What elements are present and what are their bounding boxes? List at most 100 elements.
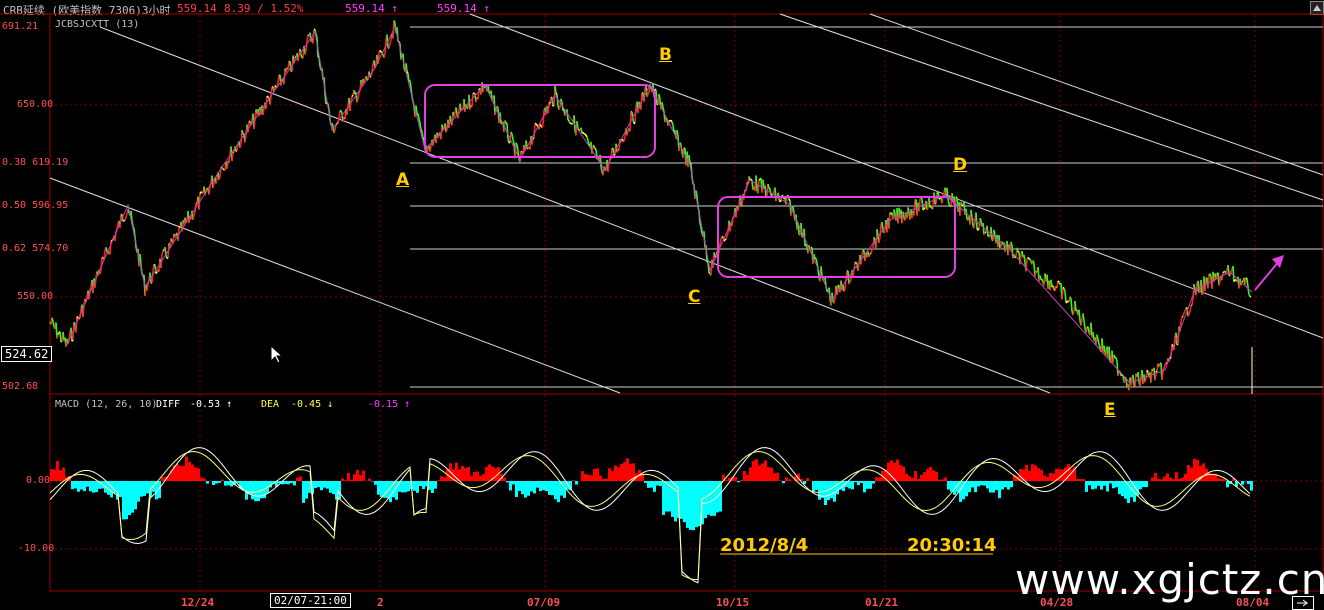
macd-bar [863, 481, 866, 493]
macd-bar [404, 481, 407, 493]
macd-bar [1241, 481, 1244, 485]
macd-bar [1166, 473, 1169, 481]
mouse-cursor-icon [270, 345, 284, 364]
macd-bar [1088, 481, 1091, 486]
macd-bar [122, 481, 125, 520]
macd-bar [1001, 481, 1004, 490]
price-segment [166, 256, 169, 260]
price-segment [215, 177, 218, 184]
macd-bar [1079, 478, 1082, 481]
price-segment [471, 93, 474, 107]
price-segment [621, 138, 624, 141]
macd-bar [125, 481, 128, 520]
macd-bar [1103, 481, 1106, 486]
macd-bar [1040, 469, 1043, 481]
price-segment [918, 199, 921, 212]
macd-bar [932, 470, 935, 481]
point-label-e: E [1104, 400, 1116, 420]
price-segment [383, 53, 386, 59]
price-segment [993, 229, 996, 236]
macd-bar [1247, 481, 1250, 485]
macd-axis-minus10: -10.00 [18, 543, 55, 554]
macd-bar [359, 475, 362, 481]
macd-bar [290, 481, 293, 484]
price-segment [1198, 290, 1201, 294]
price-segment [356, 98, 359, 103]
price-segment [633, 121, 636, 125]
price-segment [1176, 343, 1179, 346]
price-segment [634, 107, 637, 123]
macd-bar [293, 481, 296, 486]
price-segment [445, 129, 448, 133]
scroll-right-button[interactable] [1292, 596, 1314, 610]
macd-bar [347, 472, 350, 481]
macd-bar [1169, 477, 1172, 481]
macd-bar [356, 469, 359, 481]
macd-bar [584, 473, 587, 481]
macd-bar [581, 471, 584, 481]
macd-bar [329, 481, 332, 493]
axis-label-650: 650.00 [17, 99, 54, 110]
price-segment [357, 92, 360, 99]
price-segment [406, 71, 409, 74]
price-segment [1144, 378, 1147, 383]
macd-bar [194, 467, 197, 481]
macd-bar [218, 481, 221, 483]
macd-bar [593, 469, 596, 481]
price-segment [726, 232, 729, 237]
macd-bar [740, 479, 743, 481]
macd-bar [659, 481, 662, 487]
macd-bar [602, 478, 605, 481]
macd-bar [836, 481, 839, 495]
macd-bar [503, 477, 506, 481]
price-segment [923, 207, 926, 210]
point-label-d: D [953, 155, 968, 175]
macd-bar [551, 481, 554, 496]
macd-bar [179, 465, 182, 481]
price-segment [755, 175, 758, 191]
macd-bar [464, 468, 467, 481]
price-segment [893, 209, 896, 216]
price-segment [961, 204, 964, 207]
macd-bar [485, 467, 488, 481]
macd-bar [80, 481, 83, 490]
macd-bar [704, 481, 707, 519]
macd-bar [629, 464, 632, 481]
macd-bar [95, 481, 98, 493]
price-segment [304, 50, 307, 55]
price-segment [449, 115, 452, 122]
macd-bar [509, 481, 512, 491]
price-segment [379, 49, 382, 53]
macd-bar [332, 481, 335, 495]
projection-arrow-shaft [1254, 259, 1281, 291]
chart-window[interactable]: CRB延续 (欧美指数 7306)3小时 559.14 8.39 / 1.52%… [0, 0, 1324, 610]
macd-bar [1181, 477, 1184, 481]
macd-bar [71, 481, 74, 490]
macd-bar [416, 481, 419, 493]
macd-bar [341, 478, 344, 481]
macd-bar [812, 481, 815, 492]
price-segment [876, 229, 879, 236]
macd-bar [1037, 468, 1040, 481]
price-segment [613, 153, 616, 156]
macd-bar [1175, 472, 1178, 481]
macd-bar [161, 477, 164, 481]
macd-bar [623, 462, 626, 481]
price-segment [1057, 280, 1060, 283]
macd-bar [1076, 478, 1079, 481]
macd-bar [314, 481, 317, 489]
x-label-0121: 01/21 [865, 596, 899, 609]
macd-bar [818, 481, 821, 500]
price-segment [548, 101, 551, 104]
macd-bar [350, 479, 353, 481]
price-segment [582, 132, 585, 135]
macd-bar [443, 477, 446, 481]
price-segment [1064, 291, 1067, 303]
price-chart[interactable] [0, 0, 1324, 610]
price-segment [541, 124, 544, 128]
macd-bar [215, 481, 218, 484]
price-segment [769, 188, 772, 196]
price-segment [504, 120, 507, 124]
price-segment [1103, 345, 1106, 353]
price-segment [757, 179, 760, 194]
